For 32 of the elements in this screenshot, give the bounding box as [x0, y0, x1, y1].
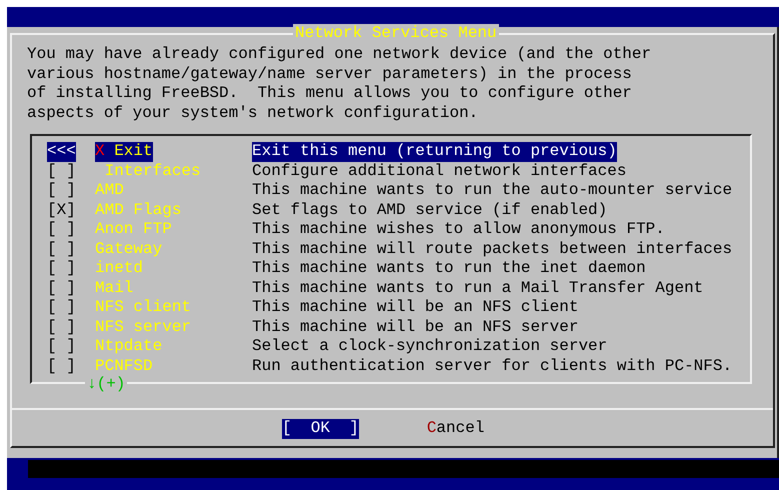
- checkbox[interactable]: [ ]: [47, 278, 76, 298]
- back-marker: <<<: [47, 142, 76, 162]
- dialog-button[interactable]: Cancel: [426, 419, 484, 438]
- menu-item-description: Set flags to AMD service (if enabled): [252, 200, 608, 220]
- description-text: You may have already configured one network device (and the other: [27, 45, 652, 64]
- description-text: various hostname/gateway/name server parameters) in the process: [27, 64, 633, 84]
- menu-item-description: Configure additional network interfaces: [252, 162, 626, 181]
- menu-item-description: This machine wishes to allow anonymous FTP.: [252, 220, 665, 240]
- checkbox[interactable]: [ ]: [47, 356, 76, 376]
- checkbox[interactable]: [X]: [47, 200, 76, 220]
- description-text: of installing FreeBSD. This menu allows you to configure other: [27, 84, 633, 104]
- checkbox[interactable]: [ ]: [47, 162, 76, 181]
- menu-item-description: Select a clock-synchronization server: [252, 337, 608, 356]
- menu-item-description: This machine wants to run the inet daemon: [252, 259, 646, 278]
- menu-item-description: Run authentication server for clients with PC-NFS.: [252, 356, 732, 376]
- checkbox[interactable]: [ ]: [47, 259, 76, 278]
- menu-item-description: This machine wants to run a Mail Transfer Agent: [252, 278, 704, 298]
- description-text: aspects of your system's network configuration.: [27, 104, 480, 123]
- menu-item-description: This machine wants to run the auto-mounter service: [252, 181, 732, 200]
- checkbox[interactable]: [ ]: [47, 318, 76, 337]
- menu-item[interactable]: X Exit: [95, 142, 153, 162]
- menu-item-description: Exit this menu (returning to previous): [252, 142, 617, 162]
- scroll-indicator: ↓(+): [85, 374, 128, 394]
- menu-item-description: This machine will route packets between interfaces: [252, 240, 732, 259]
- checkbox[interactable]: [ ]: [47, 181, 76, 200]
- dialog-button[interactable]: [ OK ]: [282, 419, 359, 438]
- checkbox[interactable]: [ ]: [47, 220, 76, 240]
- checkbox[interactable]: [ ]: [47, 298, 76, 318]
- menu-item-description: This machine will be an NFS client: [252, 298, 578, 318]
- menu-item-description: This machine will be an NFS server: [252, 318, 578, 337]
- checkbox[interactable]: [ ]: [47, 337, 76, 356]
- checkbox[interactable]: [ ]: [47, 240, 76, 259]
